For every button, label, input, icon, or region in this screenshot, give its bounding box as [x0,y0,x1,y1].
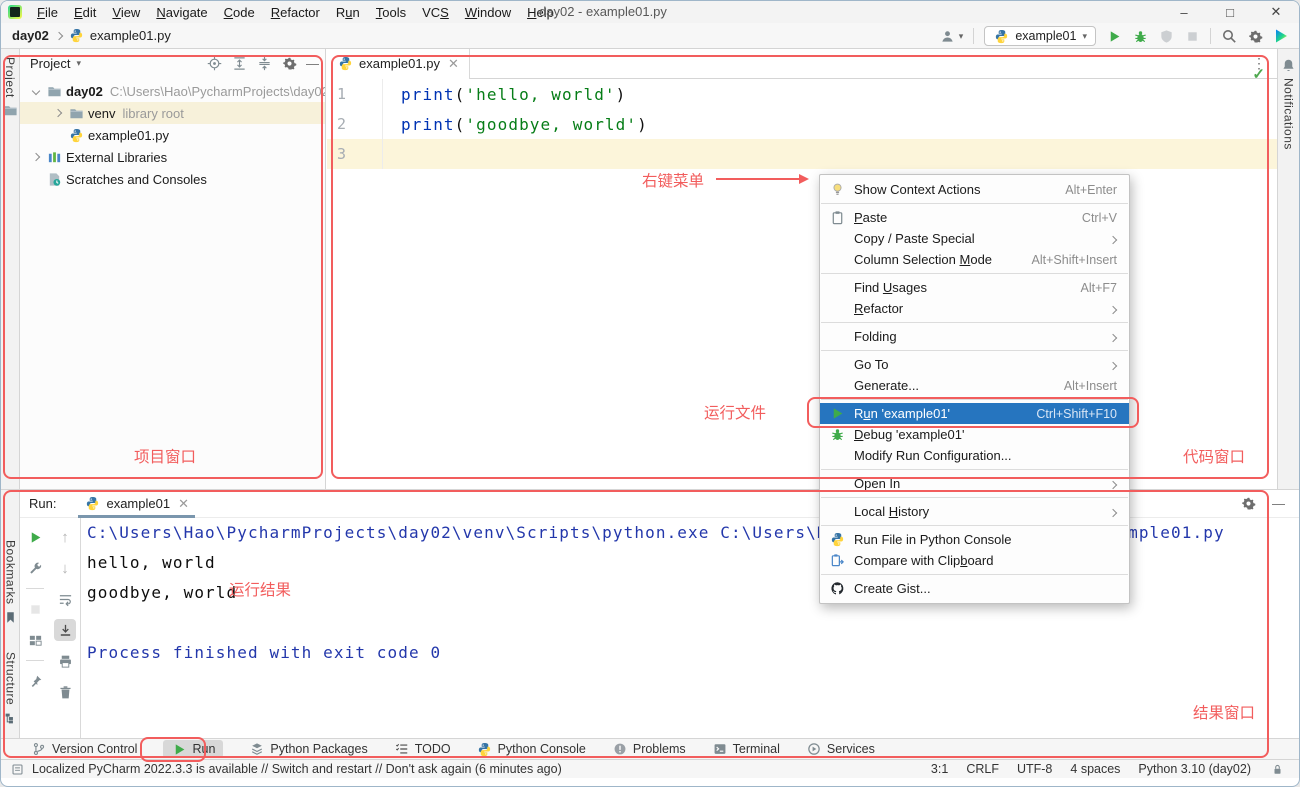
annotation-project-window-box [3,55,323,479]
toolbar-separator [973,28,974,44]
menu-bar: FileEditViewNavigateCodeRefactorRunTools… [30,3,561,22]
stop-button[interactable] [1184,28,1200,44]
main-toolbar: ▾ example01 ▾ [940,23,1289,49]
navigation-bar: day02 example01.py ▾ example01 ▾ [1,23,1299,49]
window-title: day02 - example01.py [539,4,667,19]
toolbar-separator [1210,28,1211,44]
menu-vcs[interactable]: VCS [415,3,456,22]
search-everywhere-icon[interactable] [1221,28,1237,44]
minimize-button[interactable]: – [1161,1,1207,23]
annotation-run-menu-item-box [807,397,1139,428]
breadcrumb-project[interactable]: day02 [12,28,49,43]
breadcrumb: day02 example01.py [1,28,171,44]
annotation-run-tool-button-box [140,737,206,762]
pycharm-logo-icon[interactable] [8,5,22,19]
annotation-run-result-label: 运行结果 [229,578,291,600]
breadcrumb-chevron-icon [55,31,63,39]
maximize-button[interactable]: □ [1207,1,1253,23]
title-bar: FileEditViewNavigateCodeRefactorRunTools… [1,1,1299,23]
hide-run-panel-icon[interactable]: — [1272,496,1285,512]
annotation-arrow [716,178,800,180]
readonly-lock-icon[interactable] [1269,761,1285,777]
chevron-down-icon: ▾ [1082,31,1087,42]
bell-icon [1281,57,1297,73]
annotation-result-window-label: 结果窗口 [1193,701,1255,723]
status-message[interactable]: Localized PyCharm 2022.3.3 is available … [1,761,562,777]
code-with-me-users-icon[interactable]: ▾ [940,28,964,44]
menu-edit[interactable]: Edit [67,3,103,22]
event-log-icon[interactable] [9,761,25,777]
pycharm-window: FileEditViewNavigateCodeRefactorRunTools… [0,0,1300,787]
annotation-context-menu-label: 右键菜单 [642,169,704,191]
menu-code[interactable]: Code [217,3,262,22]
menu-run[interactable]: Run [329,3,367,22]
status-widget-utf-8[interactable]: UTF-8 [1017,762,1052,776]
status-widget-crlf[interactable]: CRLF [966,762,999,776]
learn-plugin-icon[interactable] [1273,28,1289,44]
right-tool-stripe: Notifications [1277,49,1299,489]
python-icon [993,28,1009,44]
menu-view[interactable]: View [105,3,147,22]
status-widgets: 3:1 CRLF UTF-8 4 spaces Python 3.10 (day02) [931,761,1299,777]
annotation-project-window-label: 项目窗口 [134,445,196,467]
status-widget-4-spaces[interactable]: 4 spaces [1070,762,1120,776]
menu-tools[interactable]: Tools [369,3,413,22]
debug-button[interactable] [1132,28,1148,44]
menu-window[interactable]: Window [458,3,518,22]
sidebar-item-notifications[interactable]: Notifications [1281,57,1297,150]
annotation-code-window-label: 代码窗口 [1183,445,1245,467]
run-configuration-select[interactable]: example01 ▾ [984,26,1096,46]
close-button[interactable]: ✕ [1253,1,1299,23]
breadcrumb-file[interactable]: example01.py [69,28,171,44]
annotation-run-file-label: 运行文件 [704,401,766,423]
run-configuration-name: example01 [1015,29,1076,43]
settings-gear-icon[interactable] [1247,28,1263,44]
status-widget-3-1[interactable]: 3:1 [931,762,948,776]
menu-file[interactable]: File [30,3,65,22]
status-widget-python-3.10-day02-[interactable]: Python 3.10 (day02) [1138,762,1251,776]
python-file-icon [69,28,85,44]
window-controls: – □ ✕ [1161,1,1299,23]
run-button[interactable] [1106,28,1122,44]
coverage-button[interactable] [1158,28,1174,44]
menu-navigate[interactable]: Navigate [149,3,214,22]
menu-refactor[interactable]: Refactor [264,3,327,22]
annotation-run-window-box [3,490,1269,758]
